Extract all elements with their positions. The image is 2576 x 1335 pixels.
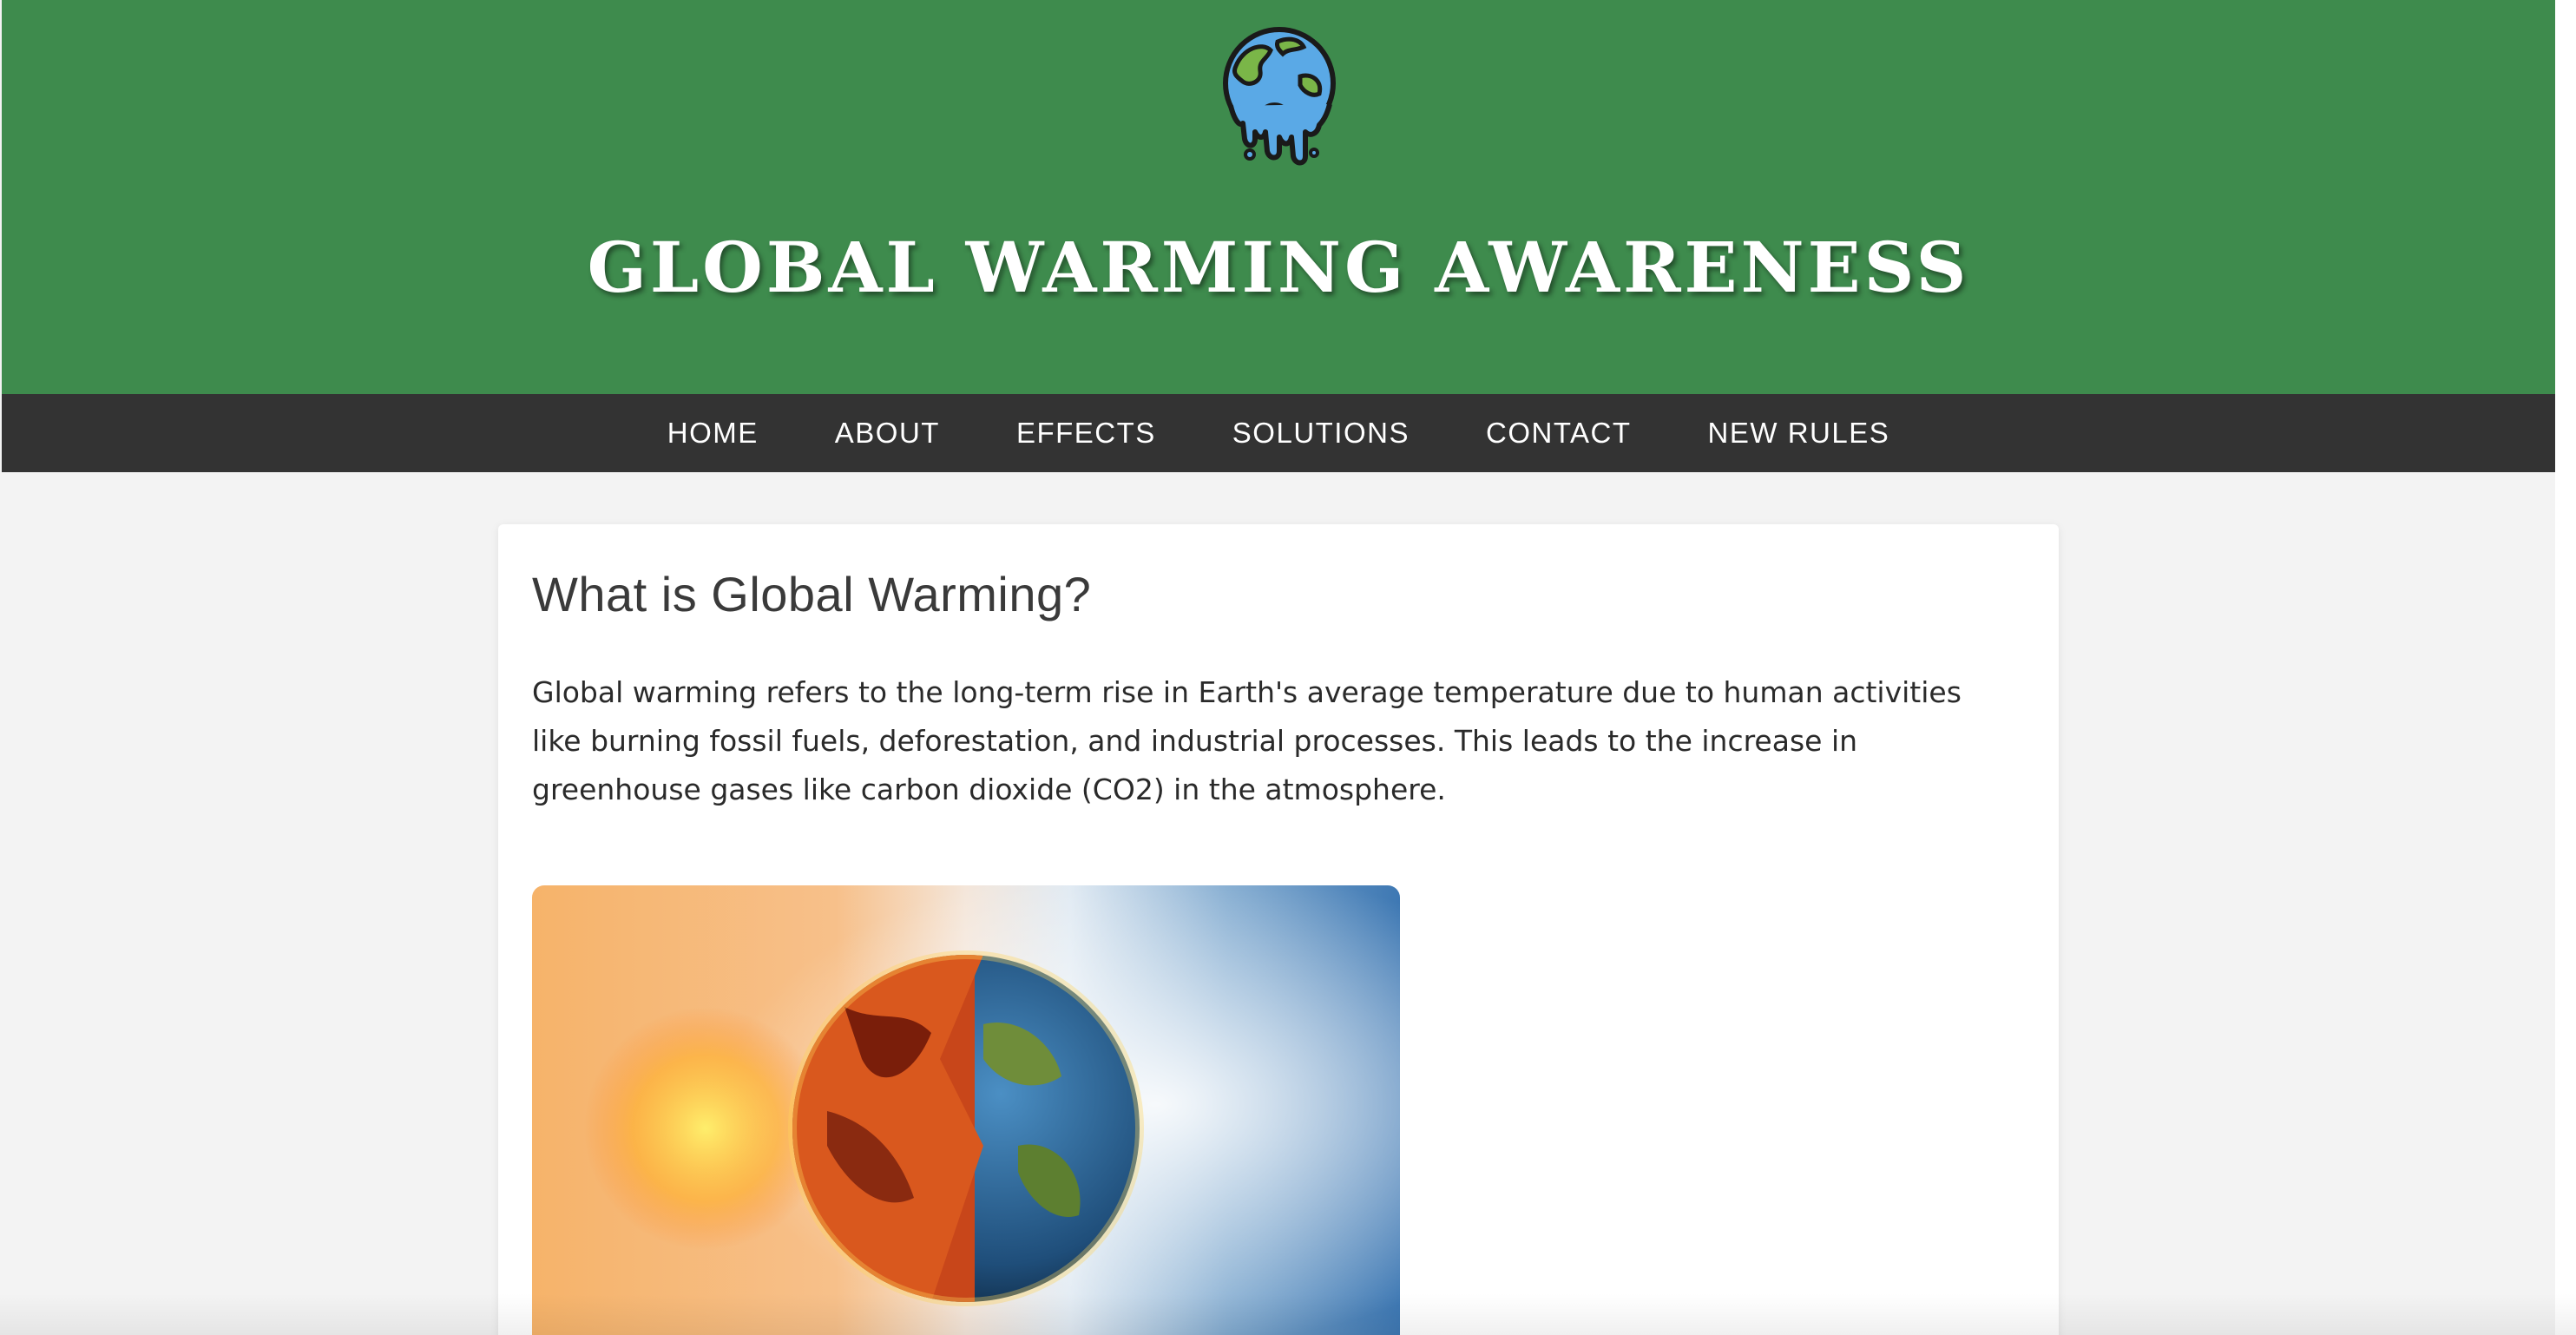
section-body: Global warming refers to the long-term r… (532, 675, 1962, 806)
nav-item-about[interactable]: ABOUT (797, 394, 978, 472)
scrollbar-track[interactable] (2555, 0, 2576, 1335)
site-title: GLOBAL WARMING AWARENESS (587, 227, 1970, 308)
nav-item-home[interactable]: HOME (629, 394, 797, 472)
nav-item-new-rules[interactable]: NEW RULES (1670, 394, 1929, 472)
nav-item-solutions[interactable]: SOLUTIONS (1194, 394, 1448, 472)
section-heading: What is Global Warming? (532, 567, 1092, 621)
earth-half-fire-half-sky-image (532, 885, 1400, 1335)
main-nav: HOME ABOUT EFFECTS SOLUTIONS CONTACT NEW… (2, 394, 2555, 472)
nav-item-effects[interactable]: EFFECTS (978, 394, 1194, 472)
page: GLOBAL WARMING AWARENESS HOME ABOUT EFFE… (0, 0, 2576, 1335)
content-card: What is Global Warming? Global warming r… (498, 524, 2059, 1335)
nav-item-contact[interactable]: CONTACT (1448, 394, 1670, 472)
melting-earth-icon (1223, 27, 1336, 166)
site-header: GLOBAL WARMING AWARENESS (2, 0, 2555, 394)
